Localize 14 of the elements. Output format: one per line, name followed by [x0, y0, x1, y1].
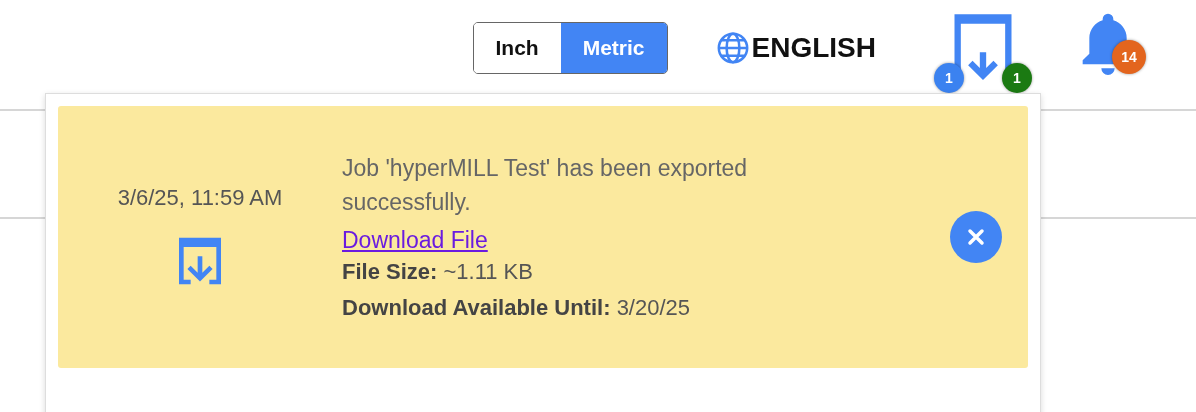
unit-option[interactable]: Metric [560, 23, 667, 73]
count-badge: 1 [934, 63, 964, 93]
notifications-button[interactable]: 14 [1076, 8, 1156, 88]
export-message: Job 'hyperMILL Test' has been exported successfully. [342, 154, 749, 217]
language-button[interactable]: ENGLISH [715, 31, 876, 65]
export-time: 3/6/25, 11:59 AM [117, 185, 283, 211]
file-detail: Download Available Until: 3/20/25 [342, 294, 691, 322]
globe-icon [715, 31, 750, 65]
notification-count-badge: 14 [1112, 40, 1146, 74]
close-button[interactable] [950, 211, 1002, 263]
count-badge: 1 [1002, 63, 1032, 93]
close-icon [967, 228, 985, 246]
file-detail: File Size: ~1.11 KB [342, 258, 533, 286]
download-file-link[interactable]: Download File [342, 223, 488, 257]
